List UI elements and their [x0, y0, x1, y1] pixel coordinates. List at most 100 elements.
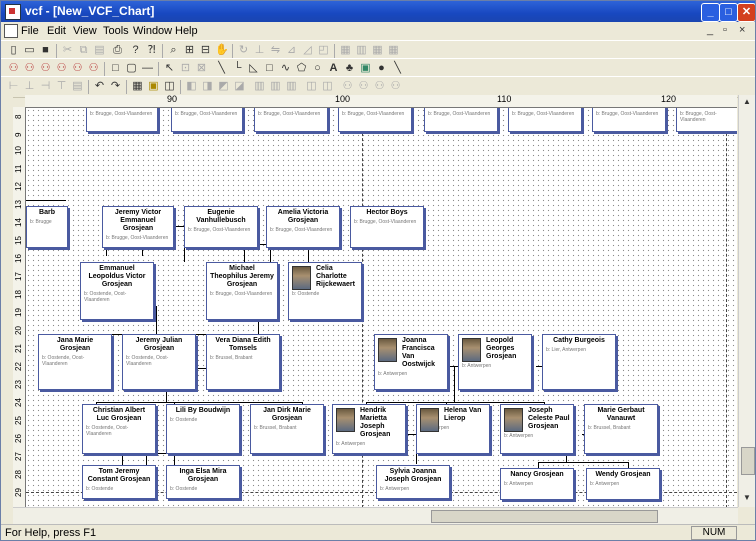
table2-icon[interactable]: ▦: [387, 44, 400, 57]
mdi-minimize-button[interactable]: _: [707, 24, 713, 36]
person-box[interactable]: Jeremy Victor Emmanuel Grosjean b: Brugge…: [102, 206, 174, 248]
person-box[interactable]: b: Brugge, Oost-Vlaanderen: [338, 108, 412, 132]
distribute-icon[interactable]: ⊿: [285, 44, 298, 57]
vertical-scroll-thumb[interactable]: [741, 447, 755, 475]
table-view-icon[interactable]: ▦: [131, 80, 144, 93]
person-box[interactable]: Jana Marie Grosjean b: Oostende, Oost-Vla…: [38, 334, 112, 390]
relatives-icon[interactable]: ⚇: [389, 80, 402, 93]
person-box[interactable]: Sylvia Joanna Joseph Grosjean b: Antwerpe…: [376, 465, 450, 499]
person-box[interactable]: b: Brugge, Oost-Vlaanderen: [508, 108, 582, 132]
hide-icon[interactable]: ▥: [285, 80, 298, 93]
line-icon[interactable]: ╲: [215, 62, 228, 75]
person-box[interactable]: Wendy Grosjean b: Antwerpen: [586, 468, 660, 500]
person-box[interactable]: Nancy Grosjean b: Antwerpen: [500, 468, 574, 500]
polygon-icon[interactable]: ⬠: [295, 62, 308, 75]
curve-icon[interactable]: ∿: [279, 62, 292, 75]
person-box[interactable]: Hector Boys b: Brugge, Oost-Vlaanderen: [350, 206, 424, 248]
person-box[interactable]: Cathy Burgeois b: Lier, Antwerpen: [542, 334, 616, 390]
horizontal-scrollbar[interactable]: [13, 507, 738, 524]
fit-page-icon[interactable]: ⊞: [183, 44, 196, 57]
person-box[interactable]: Vera Diana Edith Tomsels b: Brussel, Brab…: [206, 334, 280, 390]
person-box[interactable]: b: Brugge, Oost-Vlaanderen: [254, 108, 328, 132]
scroll-up-icon[interactable]: ▲: [741, 96, 753, 108]
new-file-icon[interactable]: ▯: [7, 44, 20, 57]
person-box[interactable]: Christian Albert Luc Grosjean b: Oostende…: [82, 404, 156, 454]
person-box[interactable]: Celia Charlotte Rijckewaert b: Oostende: [288, 262, 362, 320]
align-top-icon[interactable]: ⊤: [55, 80, 68, 93]
triangle-icon[interactable]: ◺: [247, 62, 260, 75]
align-icon[interactable]: ⊥: [253, 44, 266, 57]
backward-icon[interactable]: ◪: [233, 80, 246, 93]
person-box[interactable]: Helena Van Lieropb: Antwerpen: [416, 404, 490, 454]
zoom-icon[interactable]: ⌕: [167, 44, 180, 57]
close-button[interactable]: ✕: [737, 3, 755, 22]
menu-file[interactable]: File: [21, 25, 39, 37]
text-icon[interactable]: A: [327, 62, 340, 75]
note-icon[interactable]: ▣: [147, 80, 160, 93]
frame-icon[interactable]: ▢: [125, 62, 138, 75]
add-child-icon[interactable]: ⚇: [39, 62, 52, 75]
properties-icon[interactable]: ▦: [339, 44, 352, 57]
person-box[interactable]: Joanna Francisca Van Oostwijck b: Antwerp…: [374, 334, 448, 390]
tree-icon[interactable]: ♣: [343, 62, 356, 75]
image-icon[interactable]: ▣: [359, 62, 372, 75]
menu-view[interactable]: View: [73, 25, 97, 37]
person-box[interactable]: Eugenie Vanhullebusch b: Brugge, Oost-Vla…: [184, 206, 258, 248]
undo-icon[interactable]: ↶: [93, 80, 106, 93]
add-person-icon[interactable]: ⚇: [7, 62, 20, 75]
person-box[interactable]: Marie Gerbaut Vanauwt b: Brussel, Brabant: [584, 404, 658, 454]
cut-icon[interactable]: ✂: [61, 44, 74, 57]
forward-icon[interactable]: ◩: [217, 80, 230, 93]
person-box[interactable]: Hendrik Marietta Joseph Grosjean b: Antwe…: [332, 404, 406, 454]
context-help-icon[interactable]: ⁈: [145, 44, 158, 57]
print-icon[interactable]: ⎙: [111, 44, 124, 57]
person-box[interactable]: Jan Dirk Marie Grosjean b: Brussel, Braba…: [250, 404, 324, 454]
maximize-button[interactable]: □: [719, 3, 738, 22]
connector-icon[interactable]: —: [141, 62, 154, 75]
person-box[interactable]: Lili By Boudwijn b: Oostende: [166, 404, 240, 454]
document-icon[interactable]: [4, 24, 18, 38]
rotate-icon[interactable]: ↻: [237, 44, 250, 57]
help-icon[interactable]: ?: [129, 44, 142, 57]
menu-window[interactable]: Window: [133, 25, 172, 37]
same-size-icon[interactable]: ▤: [71, 80, 84, 93]
person-box[interactable]: Inga Elsa Mira Grosjean b: Oostende: [166, 465, 240, 499]
copy-icon[interactable]: ⧉: [77, 44, 90, 57]
person-box[interactable]: b: Brugge, Oost-Vlaanderen: [676, 108, 737, 132]
bring-front-icon[interactable]: ◧: [185, 80, 198, 93]
menu-edit[interactable]: Edit: [47, 25, 66, 37]
person-box[interactable]: b: Brugge, Oost-Vlaanderen: [424, 108, 498, 132]
person-box[interactable]: Michael Theophilus Jeremy Grosjean b: Bru…: [206, 262, 278, 320]
table-icon[interactable]: ▦: [371, 44, 384, 57]
unlock-icon[interactable]: ▥: [269, 80, 282, 93]
align-left-icon[interactable]: ⊢: [7, 80, 20, 93]
chart-canvas[interactable]: b: Brugge, Oost-Vlaanderen b: Brugge, Oo…: [26, 108, 737, 508]
person-box[interactable]: b: Brugge, Oost-Vlaanderen: [86, 108, 158, 132]
ellipse-icon[interactable]: ○: [311, 62, 324, 75]
redo-icon[interactable]: ↷: [109, 80, 122, 93]
point-icon[interactable]: ●: [375, 62, 388, 75]
person-box[interactable]: Joseph Celeste Paul Grosjean b: Antwerpen: [500, 404, 574, 454]
pen-icon[interactable]: ╲: [391, 62, 404, 75]
pan-hand-icon[interactable]: ✋: [215, 44, 229, 57]
menu-tools[interactable]: Tools: [103, 25, 129, 37]
group-icon[interactable]: ◰: [317, 44, 330, 57]
vertical-scrollbar[interactable]: ▲ ▼: [738, 95, 755, 507]
select-arrow-icon[interactable]: ↖: [163, 62, 176, 75]
merge-icon[interactable]: ◫: [305, 80, 318, 93]
scroll-down-icon[interactable]: ▼: [741, 492, 753, 504]
order-icon[interactable]: ◿: [301, 44, 314, 57]
descendants-icon[interactable]: ⚇: [373, 80, 386, 93]
person-box[interactable]: Barb b: Brugge: [26, 206, 68, 248]
flip-icon[interactable]: ⇋: [269, 44, 282, 57]
person-box[interactable]: Leopold Georges Grosjean b: Antwerpen: [458, 334, 532, 390]
add-parent-icon[interactable]: ⚇: [23, 62, 36, 75]
horizontal-scroll-thumb[interactable]: [431, 510, 658, 523]
node-edit-icon[interactable]: ⊡: [179, 62, 192, 75]
title-bar[interactable]: vcf - [New_VCF_Chart] _ □ ✕: [1, 1, 755, 22]
family-icon[interactable]: ⚇: [341, 80, 354, 93]
box-icon[interactable]: □: [109, 62, 122, 75]
rectangle-icon[interactable]: □: [263, 62, 276, 75]
align-right-icon[interactable]: ⊣: [39, 80, 52, 93]
menu-help[interactable]: Help: [175, 25, 198, 37]
